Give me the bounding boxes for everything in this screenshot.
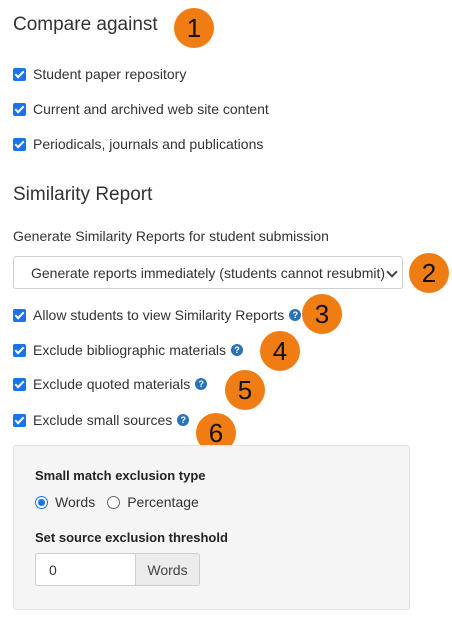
callout-badge-5: 5	[225, 370, 265, 410]
question-circle-icon[interactable]: ?	[231, 344, 243, 356]
option-label: Student paper repository	[33, 66, 187, 82]
threshold-input[interactable]: 0	[35, 553, 135, 586]
checkbox-checked-icon[interactable]	[13, 67, 26, 81]
checkbox-checked-icon[interactable]	[13, 343, 26, 357]
checkbox-periodicals[interactable]: Periodicals, journals and publications	[13, 135, 263, 153]
checkbox-checked-icon[interactable]	[13, 308, 26, 322]
callout-badge-1: 1	[174, 8, 214, 48]
checkbox-exclude-small-sources[interactable]: Exclude small sources ?	[13, 411, 190, 429]
threshold-heading: Set source exclusion threshold	[35, 530, 228, 545]
generate-reports-select[interactable]: Generate reports immediately (students c…	[13, 256, 403, 289]
exclusion-type-radios: Words Percentage	[35, 494, 199, 510]
checkbox-checked-icon[interactable]	[13, 102, 26, 116]
question-circle-icon[interactable]: ?	[177, 414, 190, 426]
option-label: Exclude bibliographic materials	[33, 342, 226, 358]
checkbox-checked-icon[interactable]	[13, 377, 26, 391]
checkbox-student-paper-repository[interactable]: Student paper repository	[13, 65, 186, 83]
small-match-exclusion-panel: Small match exclusion type Words Percent…	[13, 445, 410, 610]
select-value: Generate reports immediately (students c…	[31, 264, 386, 281]
checkbox-web-content[interactable]: Current and archived web site content	[13, 100, 269, 118]
radio-words[interactable]	[35, 495, 48, 509]
option-label: Exclude small sources	[33, 412, 173, 428]
compare-against-heading: Compare against	[13, 14, 158, 35]
checkbox-exclude-quoted[interactable]: Exclude quoted materials ?	[13, 375, 208, 393]
option-label: Periodicals, journals and publications	[33, 136, 264, 152]
checkbox-allow-view-reports[interactable]: Allow students to view Similarity Report…	[13, 306, 302, 324]
question-circle-icon[interactable]: ?	[289, 309, 302, 321]
chevron-down-icon	[386, 266, 398, 278]
callout-badge-4: 4	[260, 331, 300, 371]
checkbox-checked-icon[interactable]	[13, 413, 26, 427]
similarity-report-heading: Similarity Report	[13, 184, 153, 205]
option-label: Exclude quoted materials	[33, 376, 191, 392]
generate-reports-label: Generate Similarity Reports for student …	[13, 228, 329, 244]
threshold-unit-addon: Words	[135, 553, 200, 586]
question-circle-icon[interactable]: ?	[195, 378, 208, 390]
checkbox-checked-icon[interactable]	[13, 137, 26, 151]
radio-label-percentage: Percentage	[127, 494, 199, 510]
option-label: Current and archived web site content	[33, 101, 269, 117]
callout-badge-2: 2	[409, 253, 449, 293]
callout-badge-3: 3	[302, 294, 342, 334]
option-label: Allow students to view Similarity Report…	[33, 307, 285, 323]
exclusion-type-heading: Small match exclusion type	[35, 468, 206, 483]
radio-label-words: Words	[55, 494, 96, 510]
threshold-input-group: 0 Words	[35, 553, 200, 586]
radio-percentage[interactable]	[107, 495, 121, 509]
checkbox-exclude-bibliographic[interactable]: Exclude bibliographic materials ?	[13, 341, 243, 359]
